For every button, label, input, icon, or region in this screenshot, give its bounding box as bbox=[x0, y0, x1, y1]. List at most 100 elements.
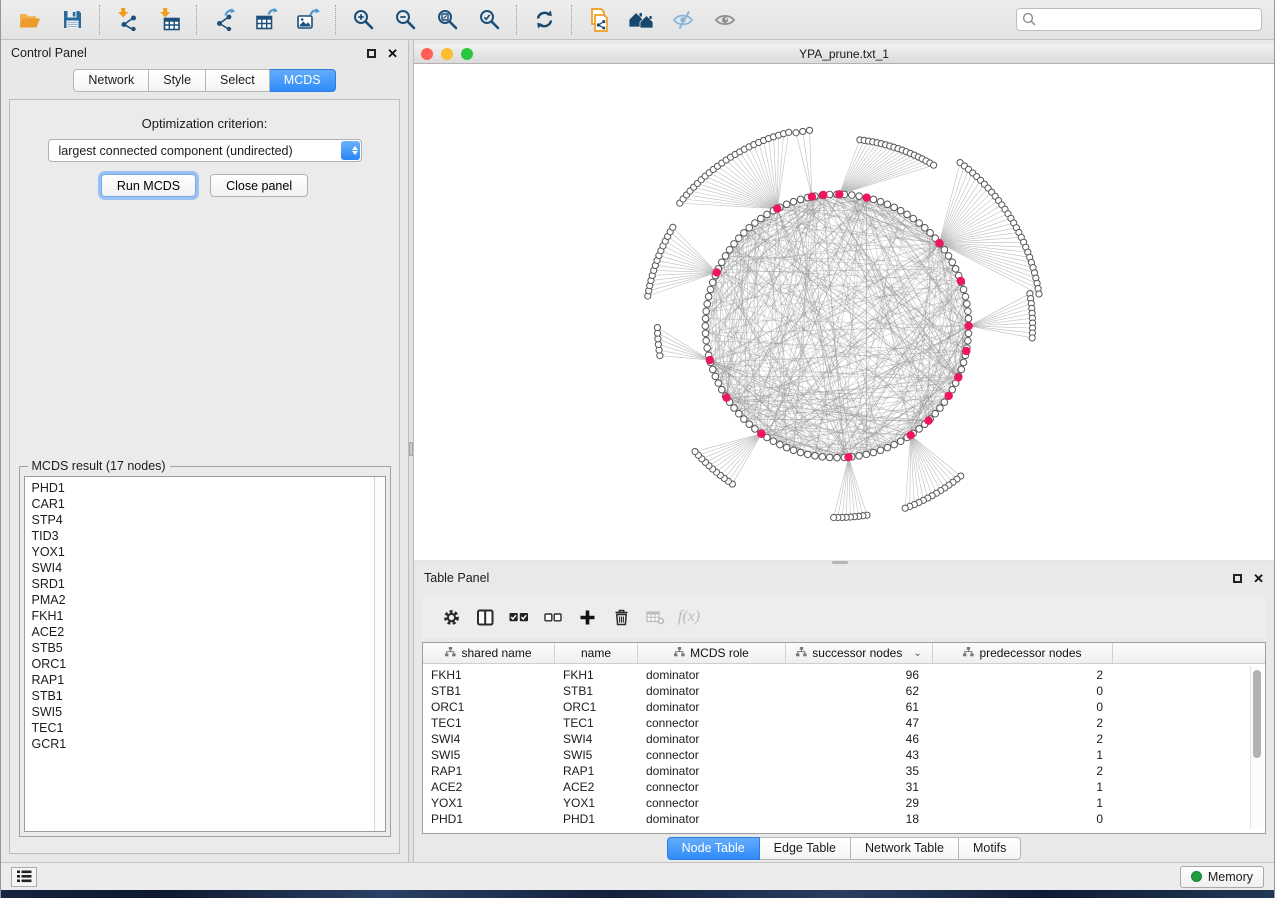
graph-node[interactable] bbox=[715, 380, 722, 387]
graph-node[interactable] bbox=[722, 253, 729, 260]
graph-node[interactable] bbox=[856, 193, 863, 200]
graph-node[interactable] bbox=[790, 198, 797, 205]
graph-node[interactable] bbox=[702, 323, 709, 330]
graph-hub-node[interactable] bbox=[808, 193, 816, 201]
add-column-button[interactable] bbox=[570, 602, 604, 632]
table-row[interactable]: PHD1PHD1dominator180 bbox=[423, 811, 1265, 827]
column-header-mcds-role[interactable]: MCDS role bbox=[638, 643, 786, 663]
mcds-result-item[interactable]: YOX1 bbox=[32, 544, 385, 560]
mcds-result-item[interactable]: STB1 bbox=[32, 688, 385, 704]
graph-node[interactable] bbox=[826, 454, 833, 461]
graph-node[interactable] bbox=[910, 215, 917, 222]
graph-node[interactable] bbox=[712, 373, 719, 380]
table-row[interactable]: RAP1RAP1dominator352 bbox=[423, 763, 1265, 779]
maximize-window-icon[interactable] bbox=[461, 48, 473, 60]
select-all-button[interactable] bbox=[502, 602, 536, 632]
zoom-fit-button[interactable] bbox=[431, 4, 463, 36]
mcds-result-item[interactable]: PMA2 bbox=[32, 592, 385, 608]
graph-hub-node[interactable] bbox=[844, 453, 852, 461]
graph-node[interactable] bbox=[777, 441, 784, 448]
graph-node[interactable] bbox=[707, 286, 714, 293]
graph-node[interactable] bbox=[897, 438, 904, 445]
column-header-predecessor-nodes[interactable]: predecessor nodes bbox=[933, 643, 1113, 663]
graph-node[interactable] bbox=[848, 192, 855, 199]
graph-node[interactable] bbox=[670, 224, 676, 230]
zoom-selected-button[interactable] bbox=[473, 4, 505, 36]
mcds-result-item[interactable]: ACE2 bbox=[32, 624, 385, 640]
column-header-shared-name[interactable]: shared name bbox=[423, 643, 555, 663]
graph-node[interactable] bbox=[736, 410, 743, 417]
graph-node[interactable] bbox=[726, 246, 733, 253]
graph-node[interactable] bbox=[806, 127, 812, 133]
optimization-criterion-select[interactable]: largest connected component (undirected) bbox=[48, 139, 362, 162]
graph-hub-node[interactable] bbox=[957, 277, 965, 285]
graph-node[interactable] bbox=[863, 451, 870, 458]
graph-node[interactable] bbox=[705, 293, 712, 300]
table-row[interactable]: STB1STB1dominator620 bbox=[423, 683, 1265, 699]
graph-node[interactable] bbox=[941, 399, 948, 406]
close-window-icon[interactable] bbox=[421, 48, 433, 60]
graph-node[interactable] bbox=[704, 301, 711, 308]
graph-node[interactable] bbox=[770, 438, 777, 445]
table-row[interactable]: YOX1YOX1connector291 bbox=[423, 795, 1265, 811]
mcds-result-item[interactable]: GCR1 bbox=[32, 736, 385, 752]
memory-button[interactable]: Memory bbox=[1180, 866, 1264, 888]
table-scrollbar-thumb[interactable] bbox=[1253, 670, 1261, 758]
close-panel-button[interactable]: ✕ bbox=[387, 47, 398, 60]
graph-node[interactable] bbox=[958, 366, 965, 373]
export-image-button[interactable] bbox=[292, 4, 324, 36]
mcds-result-item[interactable]: TID3 bbox=[32, 528, 385, 544]
table-row[interactable]: FKH1FKH1dominator962 bbox=[423, 667, 1265, 683]
graph-node[interactable] bbox=[741, 230, 748, 237]
show-columns-button[interactable] bbox=[468, 602, 502, 632]
graph-node[interactable] bbox=[718, 386, 725, 393]
graph-node[interactable] bbox=[902, 505, 908, 511]
graph-node[interactable] bbox=[654, 324, 660, 330]
graph-node[interactable] bbox=[752, 426, 759, 433]
graph-hub-node[interactable] bbox=[722, 394, 730, 402]
graph-node[interactable] bbox=[703, 308, 710, 315]
graph-node[interactable] bbox=[965, 330, 972, 337]
graph-node[interactable] bbox=[703, 337, 710, 344]
graph-node[interactable] bbox=[692, 448, 698, 454]
table-tab-node-table[interactable]: Node Table bbox=[667, 837, 760, 860]
graph-node[interactable] bbox=[870, 449, 877, 456]
table-tab-motifs[interactable]: Motifs bbox=[959, 837, 1021, 860]
import-network-button[interactable] bbox=[111, 4, 143, 36]
column-header-name[interactable]: name bbox=[555, 643, 638, 663]
graph-node[interactable] bbox=[960, 359, 967, 366]
graph-node[interactable] bbox=[932, 410, 939, 417]
network-canvas[interactable] bbox=[414, 64, 1274, 560]
first-neighbors-button[interactable] bbox=[625, 4, 657, 36]
graph-node[interactable] bbox=[758, 215, 765, 222]
mcds-result-item[interactable]: STB5 bbox=[32, 640, 385, 656]
graph-node[interactable] bbox=[790, 447, 797, 454]
tab-select[interactable]: Select bbox=[206, 69, 270, 92]
graph-hub-node[interactable] bbox=[862, 193, 870, 201]
graph-node[interactable] bbox=[962, 293, 969, 300]
minimize-window-icon[interactable] bbox=[441, 48, 453, 60]
graph-node[interactable] bbox=[752, 220, 759, 227]
graph-node[interactable] bbox=[945, 253, 952, 260]
table-scrollbar[interactable] bbox=[1250, 666, 1263, 829]
table-row[interactable]: TEC1TEC1connector472 bbox=[423, 715, 1265, 731]
graph-hub-node[interactable] bbox=[954, 373, 962, 381]
show-all-button[interactable] bbox=[709, 4, 741, 36]
graph-node[interactable] bbox=[718, 259, 725, 266]
graph-node[interactable] bbox=[736, 235, 743, 242]
graph-hub-node[interactable] bbox=[962, 347, 970, 355]
mcds-result-scrollbar[interactable] bbox=[374, 477, 385, 831]
graph-hub-node[interactable] bbox=[945, 392, 953, 400]
graph-node[interactable] bbox=[949, 259, 956, 266]
mcds-result-item[interactable]: SRD1 bbox=[32, 576, 385, 592]
graph-node[interactable] bbox=[897, 207, 904, 214]
table-settings-button[interactable] bbox=[434, 602, 468, 632]
graph-node[interactable] bbox=[877, 447, 884, 454]
copy-style-button[interactable] bbox=[583, 4, 615, 36]
float-panel-button[interactable] bbox=[367, 49, 376, 58]
graph-node[interactable] bbox=[746, 421, 753, 428]
graph-node[interactable] bbox=[965, 315, 972, 322]
hide-selected-button[interactable] bbox=[667, 4, 699, 36]
graph-node[interactable] bbox=[964, 301, 971, 308]
mcds-result-item[interactable]: RAP1 bbox=[32, 672, 385, 688]
